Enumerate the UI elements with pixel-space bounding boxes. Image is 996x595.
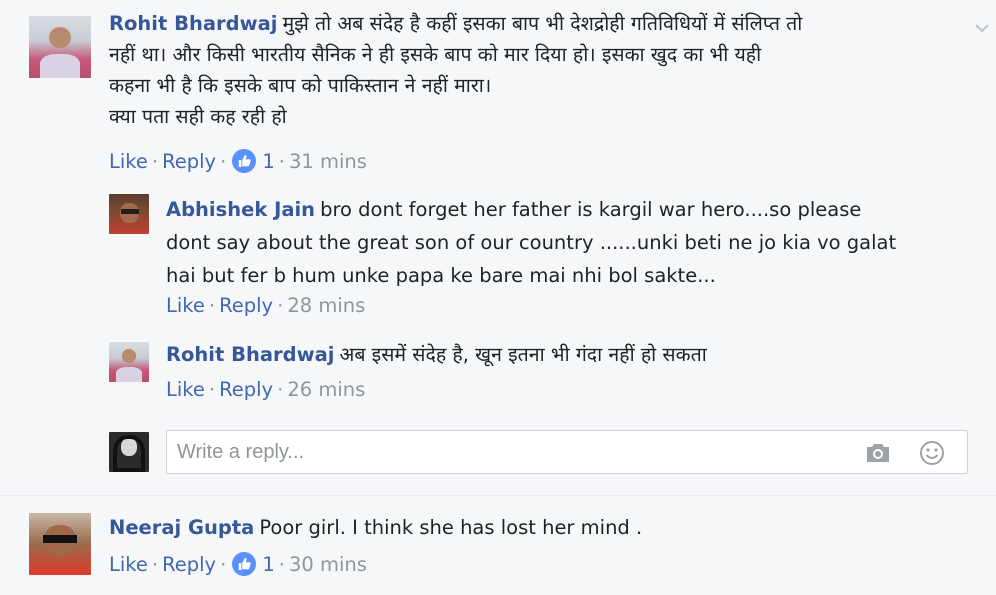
comment-author-link[interactable]: Neeraj Gupta (109, 516, 254, 539)
current-user-avatar (109, 432, 149, 472)
comment-actions: Like · Reply · 1 · 31 mins (109, 149, 367, 173)
like-count[interactable]: 1 (262, 150, 274, 173)
separator: · (208, 378, 216, 401)
like-link[interactable]: Like (166, 378, 205, 401)
reply-body: Abhishek Jain bro dont forget her father … (166, 193, 966, 292)
reply-link[interactable]: Reply (219, 378, 273, 401)
separator: · (220, 149, 227, 173)
reply-composer[interactable] (166, 430, 968, 474)
separator: · (278, 149, 285, 173)
avatar[interactable] (29, 513, 91, 575)
comment-body: Rohit Bhardwaj मुझे तो अब संदेह है कहीं इ… (109, 8, 929, 132)
thumbs-up-icon[interactable] (232, 552, 257, 576)
reply-actions: Like · Reply · 26 mins (166, 378, 365, 401)
like-link[interactable]: Like (166, 294, 205, 317)
separator: · (220, 552, 227, 576)
reply-actions: Like · Reply · 28 mins (166, 294, 365, 317)
comment-text: Poor girl. I think she has lost her mind… (259, 516, 643, 539)
timestamp[interactable]: 31 mins (289, 150, 367, 173)
separator: · (208, 294, 216, 317)
reply-body: Rohit Bhardwaj अब इसमें संदेह है, खून इतन… (166, 339, 966, 370)
avatar[interactable] (29, 16, 91, 78)
reply-link[interactable]: Reply (162, 150, 216, 173)
divider (0, 495, 996, 496)
separator: · (151, 552, 159, 576)
reply-author-link[interactable]: Rohit Bhardwaj (166, 343, 334, 366)
like-link[interactable]: Like (109, 553, 148, 576)
reply-link[interactable]: Reply (162, 553, 216, 576)
comment-author-link[interactable]: Rohit Bhardwaj (109, 12, 277, 35)
separator: · (277, 294, 284, 317)
comment-body: Neeraj Gupta Poor girl. I think she has l… (109, 512, 929, 543)
thumbs-up-icon[interactable] (232, 149, 257, 173)
separator: · (278, 552, 285, 576)
avatar[interactable] (109, 194, 149, 234)
chevron-down-icon[interactable] (974, 20, 990, 36)
timestamp[interactable]: 28 mins (287, 294, 365, 317)
avatar[interactable] (109, 342, 149, 382)
like-link[interactable]: Like (109, 150, 148, 173)
like-count[interactable]: 1 (262, 553, 274, 576)
timestamp[interactable]: 30 mins (289, 553, 367, 576)
timestamp[interactable]: 26 mins (287, 378, 365, 401)
separator: · (277, 378, 284, 401)
comment-actions: Like · Reply · 1 · 30 mins (109, 552, 367, 576)
reply-input[interactable] (167, 431, 847, 473)
smiley-icon[interactable] (917, 439, 947, 467)
camera-icon[interactable] (863, 439, 893, 467)
separator: · (151, 149, 159, 173)
reply-link[interactable]: Reply (219, 294, 273, 317)
reply-author-link[interactable]: Abhishek Jain (166, 198, 315, 221)
reply-text: अब इसमें संदेह है, खून इतना भी गंदा नहीं… (339, 343, 707, 366)
